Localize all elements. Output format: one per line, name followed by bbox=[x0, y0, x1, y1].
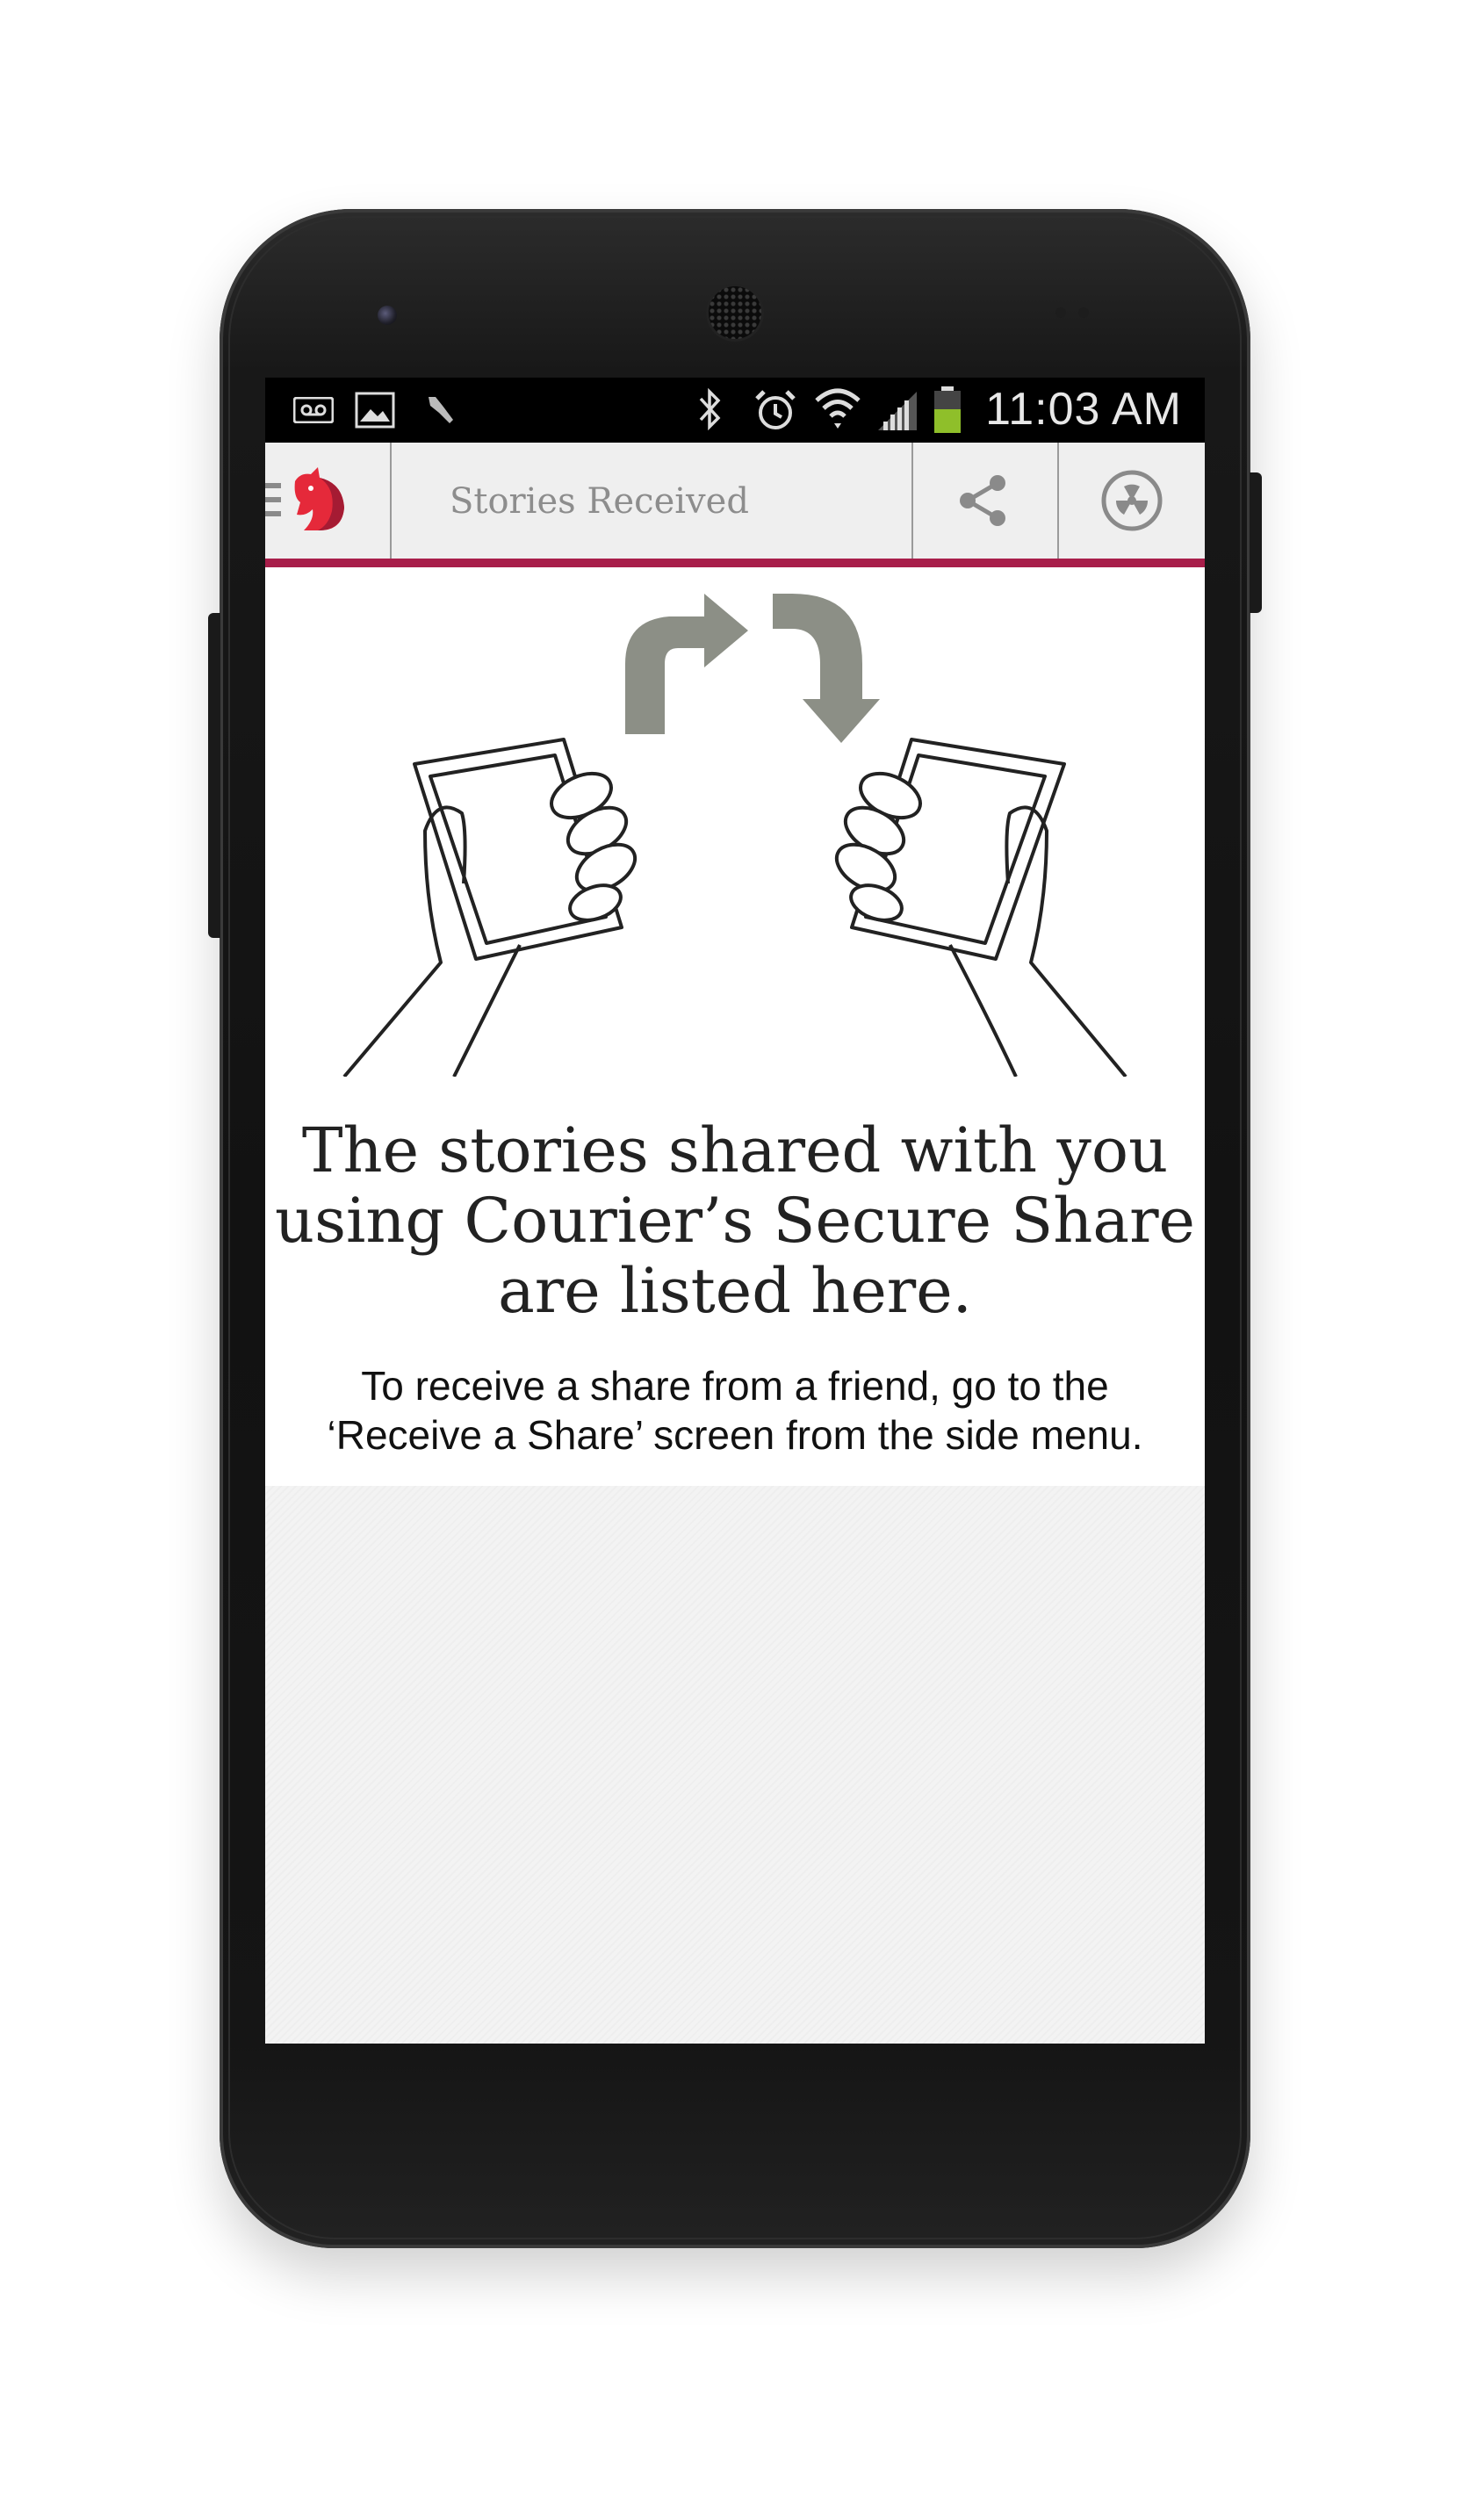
headline-line: using Courier’s Secure Share bbox=[275, 1185, 1195, 1257]
instructions-line: To receive a share from a friend, go to … bbox=[361, 1363, 1109, 1409]
signal-icon bbox=[876, 390, 918, 432]
headline-line: are listed here. bbox=[498, 1255, 972, 1327]
power-button bbox=[1250, 472, 1262, 613]
panic-button[interactable] bbox=[1059, 443, 1205, 559]
front-camera bbox=[378, 306, 397, 325]
image-icon bbox=[355, 392, 395, 429]
earpiece-speaker bbox=[709, 286, 761, 339]
radiation-icon bbox=[1101, 470, 1163, 531]
tool-icon bbox=[423, 393, 457, 427]
left-hand-phone-icon bbox=[342, 738, 638, 1078]
stage: 11:03 AM Stories Received The stories sh… bbox=[0, 0, 1484, 2509]
alarm-icon bbox=[753, 388, 797, 432]
brand-accent-bar bbox=[265, 559, 1205, 567]
headline-line: The stories shared with you bbox=[301, 1114, 1169, 1186]
action-bar-divider bbox=[390, 443, 392, 559]
share-button[interactable] bbox=[913, 443, 1054, 559]
arrow-up-icon bbox=[625, 594, 748, 734]
empty-state-instructions: To receive a share from a friend, go to … bbox=[265, 1361, 1205, 1460]
status-bar: 11:03 AM bbox=[265, 378, 1205, 443]
proximity-sensor bbox=[1055, 307, 1091, 318]
empty-state-headline: The stories shared with you using Courie… bbox=[265, 1115, 1205, 1326]
battery-icon bbox=[933, 386, 962, 434]
share-icon bbox=[960, 475, 1005, 526]
right-hand-phone-icon bbox=[834, 738, 1127, 1078]
voicemail-icon bbox=[293, 397, 334, 423]
instructions-line: ‘Receive a Share’ screen from the side m… bbox=[327, 1412, 1143, 1458]
screen: 11:03 AM Stories Received The stories sh… bbox=[265, 378, 1205, 2044]
nav-drawer-button[interactable] bbox=[265, 462, 388, 541]
stories-list-empty bbox=[265, 1486, 1205, 2044]
action-bar: Stories Received bbox=[265, 443, 1205, 559]
bluetooth-icon bbox=[697, 388, 724, 430]
status-clock: 11:03 AM bbox=[985, 384, 1182, 435]
wifi-icon bbox=[813, 386, 862, 430]
share-illustration bbox=[265, 567, 1205, 1078]
courier-logo-icon bbox=[265, 467, 344, 530]
volume-button bbox=[208, 613, 220, 938]
page-title: Stories Received bbox=[450, 481, 749, 522]
arrow-down-icon bbox=[773, 594, 880, 743]
